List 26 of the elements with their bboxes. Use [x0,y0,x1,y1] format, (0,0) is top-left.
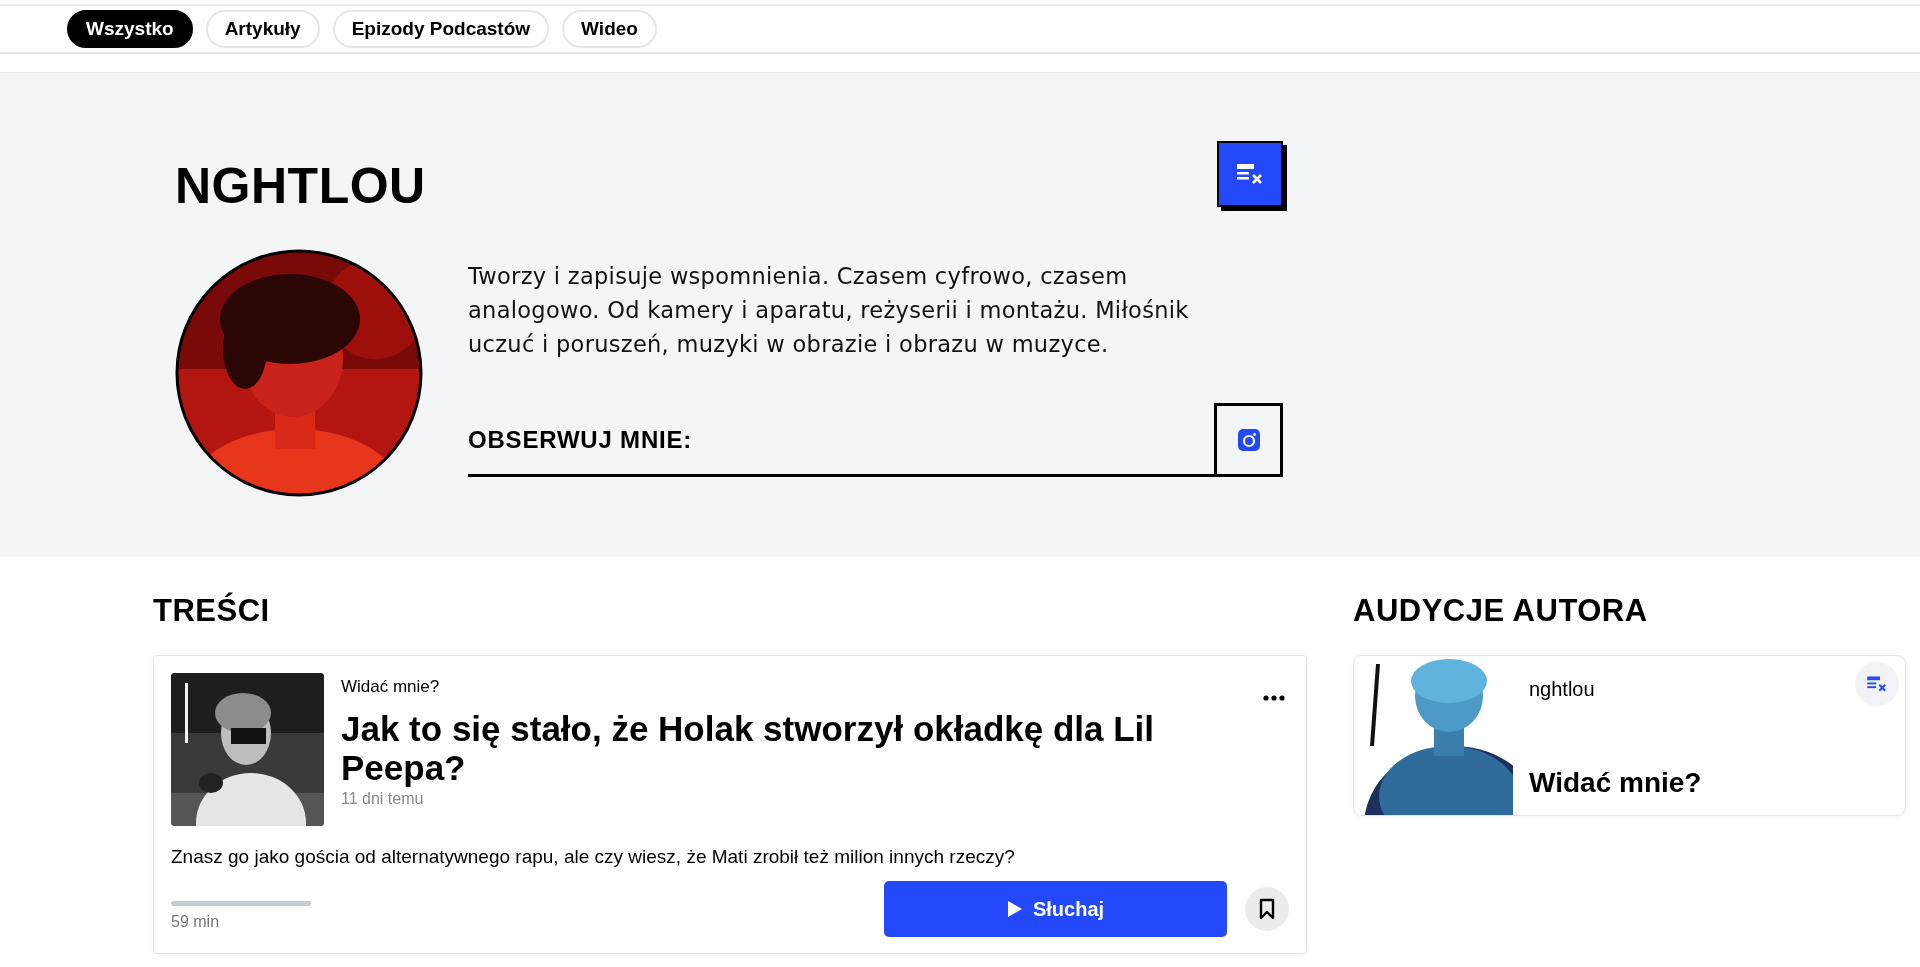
playlist-remove-button[interactable] [1855,662,1899,706]
playlist-remove-icon [1866,675,1888,693]
episode-title[interactable]: Jak to się stało, że Holak stworzył okładkę dla Lil Peepa? [341,709,1219,787]
follow-label: OBSERWUJ MNIE: [468,426,694,455]
duration: 59 min [171,913,221,931]
series-name: Widać mnie? [341,677,441,697]
filter-tab[interactable]: Wideo [562,10,657,48]
play-icon [1006,900,1023,918]
section-heading: TREŚCI [153,593,271,629]
filter-tab[interactable]: Wszystko [67,10,193,48]
listen-button[interactable]: Słuchaj [884,881,1227,937]
author-name: NGHTLOU [175,157,426,215]
playlist-remove-icon [1236,162,1264,186]
show-author: nghtlou [1529,678,1596,701]
show-title[interactable]: Widać mnie? [1529,767,1702,799]
bookmark-button[interactable] [1245,887,1289,931]
episode-description: Znasz go jako gościa od alternatywnego rapu, ale czy wiesz, że Mati zrobił też milion innych rzeczy? [171,846,1016,868]
publish-age: 11 dni temu [341,790,425,808]
more-icon [1263,695,1285,701]
instagram-button[interactable] [1214,403,1283,477]
filter-tab[interactable]: Artykuły [205,10,320,48]
section-heading: AUDYCJE AUTORA [1353,593,1649,629]
author-bio: Tworzy i zapisuje wspomnienia. Czasem cyfrowo, czasem analogowo. Od kamery i aparatu, reżyserii i montażu. Miłośnik uczuć i poruszeń, muzyki w obrazie i obrazu w muzyce. [468,262,1190,359]
filter-tab[interactable]: Epizody Podcastów [332,10,550,48]
bookmark-icon [1259,898,1275,920]
instagram-icon [1237,429,1260,451]
